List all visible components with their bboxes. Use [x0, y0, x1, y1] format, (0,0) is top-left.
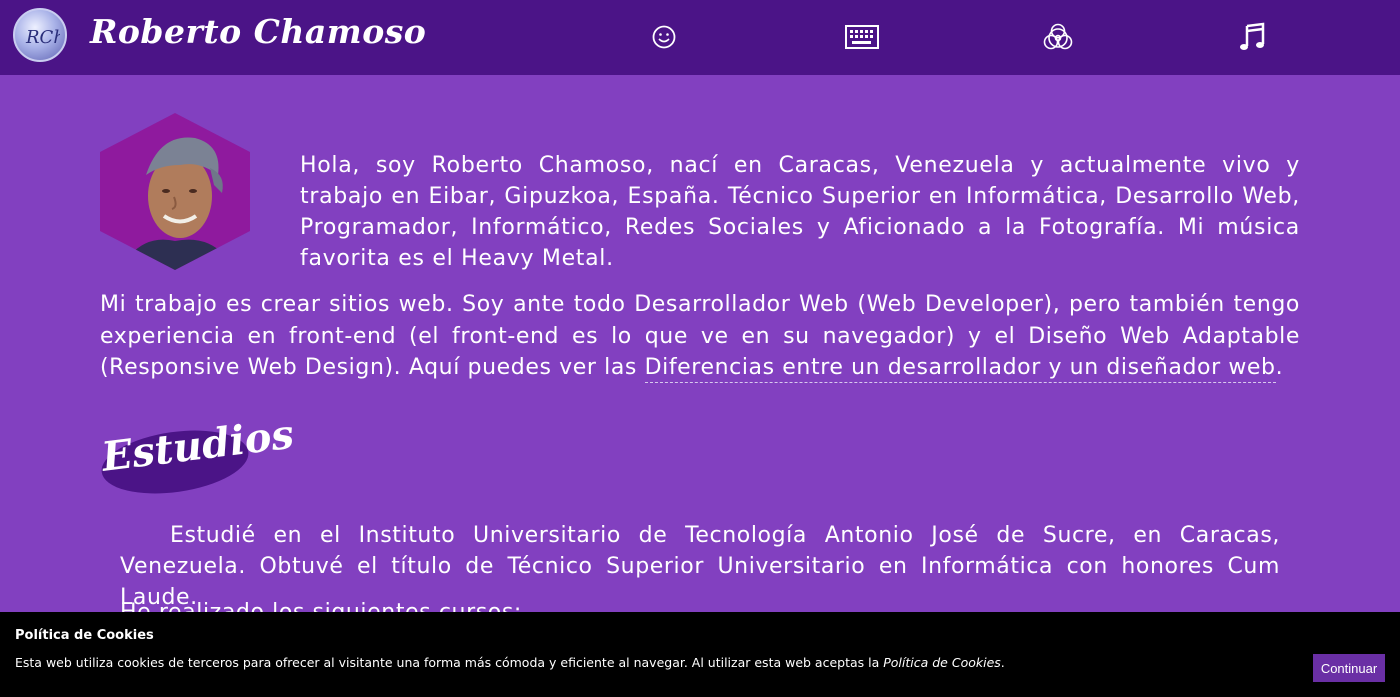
nav-about-button[interactable]: [646, 20, 682, 54]
smiley-icon: [652, 25, 676, 49]
music-note-icon: [1240, 22, 1265, 50]
nav-music-button[interactable]: [1234, 20, 1270, 54]
work-paragraph: Mi trabajo es crear sitios web. Soy ante…: [100, 289, 1300, 384]
nav-metal-button[interactable]: [1040, 20, 1076, 54]
nav-development-button[interactable]: [844, 20, 880, 54]
site-title[interactable]: Roberto Chamoso: [90, 12, 426, 51]
cookie-text-end: .: [1000, 655, 1005, 670]
keyboard-icon: [845, 25, 879, 49]
continue-button[interactable]: Continuar: [1313, 654, 1385, 682]
logo-monogram: RCh: [25, 27, 60, 48]
cookie-policy-link[interactable]: Política de Cookies: [883, 655, 1001, 670]
cookie-banner: Política de Cookies Esta web utiliza coo…: [0, 612, 1400, 697]
cookie-title: Política de Cookies: [15, 628, 154, 643]
cookie-text: Esta web utiliza cookies de terceros par…: [15, 655, 884, 670]
biohazard-icon: [1043, 23, 1073, 50]
logo-monogram-icon: RCh: [25, 27, 60, 48]
work-text-end: .: [1275, 355, 1284, 380]
cookie-message: Esta web utiliza cookies de terceros par…: [15, 655, 1275, 670]
site-logo[interactable]: RCh: [13, 8, 67, 62]
intro-paragraph: Hola, soy Roberto Chamoso, nací en Carac…: [300, 153, 1300, 271]
profile-photo: [100, 113, 250, 270]
top-navigation-bar: RCh Roberto Chamoso: [0, 0, 1400, 75]
differences-link[interactable]: Diferencias entre un desarrollador y un …: [644, 355, 1276, 383]
